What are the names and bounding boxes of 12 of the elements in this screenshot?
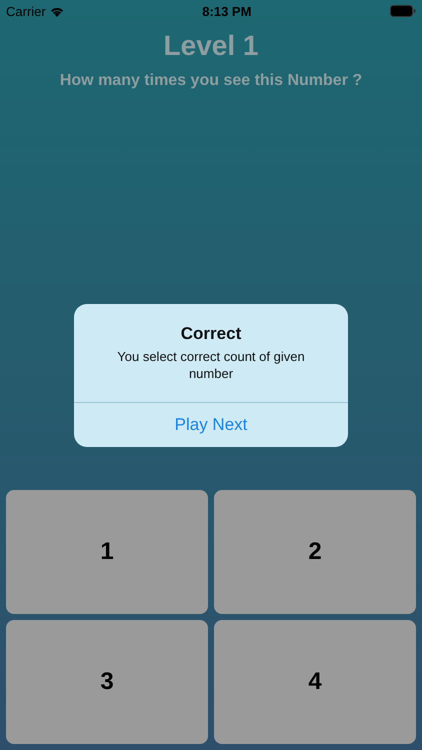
- time-label: 8:13 PM: [202, 4, 252, 18]
- level-title: Level 1: [162, 30, 260, 62]
- answer-button[interactable]: 4: [214, 620, 416, 744]
- answer-button[interactable]: 3: [6, 620, 208, 744]
- wifi-icon: [50, 6, 64, 16]
- alert-message: You select correct count of given number: [116, 348, 306, 382]
- answer-button[interactable]: 2: [214, 490, 416, 614]
- alert-title: Correct: [180, 324, 242, 344]
- question-text: How many times you see this Number ?: [58, 72, 364, 90]
- battery-icon: [390, 5, 416, 17]
- carrier-label: Carrier: [6, 4, 46, 18]
- answer-button[interactable]: 1: [6, 490, 208, 614]
